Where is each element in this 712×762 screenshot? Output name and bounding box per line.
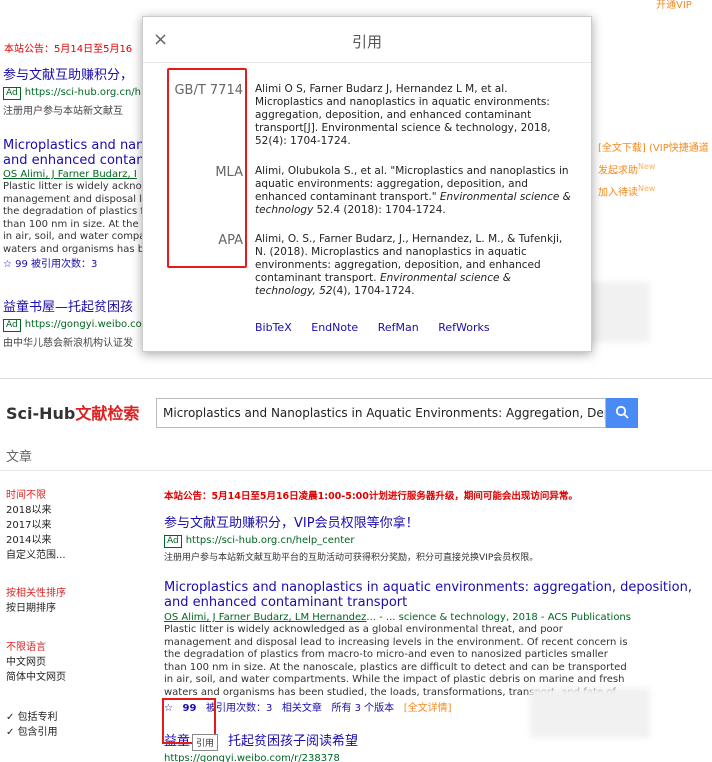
vip-fast-link[interactable]: (VIP快捷通道 (649, 143, 709, 154)
sort-filter: 按相关性排序 按日期排序 (6, 586, 66, 616)
bg-ad2-url[interactable]: https://gongyi.weibo.co (25, 319, 142, 330)
endnote-link[interactable]: EndNote (311, 321, 358, 334)
snippet-line: management and disposal le (3, 193, 149, 205)
bg-ad-url[interactable]: https://sci-hub.org.cn/h (25, 87, 141, 98)
snippet-line: the degradation of plastics from macro-t… (164, 649, 608, 660)
ad-badge: Ad (3, 319, 21, 332)
search-input[interactable]: Microplastics and Nanoplastics in Aquati… (156, 398, 606, 428)
category-label: 文章 (6, 450, 33, 465)
ad2-result: 益童 托起贫困孩子阅读希望 https://gongyi.weibo.com/r/… (164, 734, 704, 762)
ad2-title-end[interactable]: 托起贫困孩子阅读希望 (228, 734, 358, 749)
add-to-read-link[interactable]: 加入待读 (598, 188, 638, 199)
snippet-line: management and disposal lead to increasi… (164, 636, 628, 648)
ad-url[interactable]: https://sci-hub.org.cn/help_center (186, 535, 355, 546)
cite-tooltip: 引用 (192, 734, 219, 751)
bg-ad2-desc: 由中华儿慈会新浪机构认证发 (3, 338, 133, 349)
ad-result: 参与文献互助赚积分，VIP会员权限等你拿！ Ad https://sci-hub.… (164, 516, 704, 563)
full-text-download-link[interactable]: [全文下载] (598, 143, 646, 154)
bg-ad-desc: 注册用户参与本站新文献互 (3, 106, 123, 117)
bg-result-snippet: Plastic litter is widely ackno management… (3, 181, 161, 256)
modal-header: × 引用 (143, 17, 591, 63)
bg-ad2-title[interactable]: 益童书屋—托起贫困孩 (3, 300, 142, 315)
snippet-line: than 100 nm in size. At the nanoscale, p… (164, 661, 627, 673)
time-filter: 时间不限 2018以来 2017以来 2014以来 自定义范围... (6, 488, 66, 563)
panel-separator (0, 378, 712, 388)
snippet-line: than 100 nm in size. At the (3, 218, 139, 230)
lang-any-option[interactable]: 不限语言 (6, 640, 66, 655)
ad-desc: 注册用户参与本站新文献互助平台的互助活动可获得积分奖励，积分可直接兑换VIP会员… (164, 553, 539, 563)
top-screenshot-panel: 开通VIP 本站公告：5月14日至5月16 参与文献互助赚积分， Ad https… (0, 0, 712, 378)
refman-link[interactable]: RefMan (378, 321, 419, 334)
result-title-line-2[interactable]: and enhanced contaminant transport (164, 595, 704, 610)
bg-ad2-result: 益童书屋—托起贫困孩 Ad https://gongyi.weibo.co 由中华… (0, 300, 142, 349)
ad-badge: Ad (164, 535, 182, 548)
sort-relevance-option[interactable]: 按相关性排序 (6, 586, 66, 601)
snippet-line: in air, soil, and water compa (3, 231, 146, 242)
citation-text-gbt[interactable]: Alimi O S, Farner Budarz J, Hernandez L … (255, 83, 575, 148)
result-meta: ... - ... science & technology, 2018 - A… (366, 612, 631, 623)
modal-title: 引用 (351, 33, 382, 51)
bg-ad-title[interactable]: 参与文献互助赚积分， (0, 68, 141, 83)
new-badge: New (638, 184, 656, 194)
time-option[interactable]: 2017以来 (6, 518, 66, 533)
bg-result-title-2[interactable]: and enhanced contamin (3, 153, 161, 168)
refworks-link[interactable]: RefWorks (438, 321, 489, 334)
bg-result-actions[interactable]: ☆ 99 被引用次数：3 (3, 258, 161, 271)
ad-title-link[interactable]: 参与文献互助赚积分，VIP会员权限等你拿！ (164, 516, 704, 531)
scihub-logo[interactable]: Sci-Hub文献检索 (6, 400, 139, 424)
bg-result-authors[interactable]: OS Alimi, J Farner Budarz, I (3, 168, 161, 181)
new-badge: New (638, 162, 656, 171)
snippet-line: Plastic litter is widely acknowledged as… (164, 624, 563, 635)
result-authors[interactable]: OS Alimi, J Farner Budarz, LM Hernandez (164, 612, 366, 623)
search-icon (615, 405, 629, 419)
notice-banner: 本站公告：5月14日至5月16日凌晨1:00-5:00计划进行服务器升级，期间可… (164, 491, 578, 502)
bottom-screenshot-panel: Sci-Hub文献检索 Microplastics and Nanoplasti… (0, 388, 712, 762)
all-versions-link[interactable]: 所有 3 个版本 (331, 703, 394, 714)
ad2-url[interactable]: https://gongyi.weibo.com/r/238378 (164, 752, 704, 762)
citation-text-apa[interactable]: Alimi, O. S., Farner Budarz, J., Hernand… (255, 233, 575, 298)
search-button[interactable] (606, 398, 638, 428)
export-format-links: BibTeX EndNote RefMan RefWorks (255, 321, 506, 334)
divider (0, 470, 712, 471)
bibtex-link[interactable]: BibTeX (255, 321, 292, 334)
snippet-line: the degradation of plastics fr (3, 206, 148, 217)
sort-date-option[interactable]: 按日期排序 (6, 601, 66, 616)
citation-text-mla[interactable]: Alimi, Olubukola S., et al. "Microplasti… (255, 165, 575, 217)
full-details-link[interactable]: [全文详情] (404, 703, 452, 714)
right-action-links: [全文下载] (VIP快捷通道 发起求助New 加入待读New (598, 140, 709, 203)
notice-text: 本站公告：5月14日至5月16 (4, 44, 133, 55)
result-title-line-1[interactable]: Microplastics and nanoplastics in aquati… (164, 580, 704, 595)
language-filter: 不限语言 中文网页 简体中文网页 (6, 640, 66, 685)
time-custom-option[interactable]: 自定义范围... (6, 548, 66, 563)
blurred-watermark (530, 688, 650, 738)
highlight-box (167, 68, 247, 268)
snippet-line: in air, soil, and water compartments. Wh… (164, 674, 625, 685)
lang-option[interactable]: 中文网页 (6, 655, 66, 670)
vip-corner-link[interactable]: 开通VIP (656, 0, 692, 11)
include-patents-checkbox[interactable]: ✓ 包括专利 (6, 710, 58, 725)
bg-main-result: Microplastics and nano and enhanced cont… (0, 138, 161, 271)
bg-ad-result: 参与文献互助赚积分， Ad https://sci-hub.org.cn/h 注册… (0, 68, 141, 117)
seek-help-link[interactable]: 发起求助 (598, 165, 638, 176)
bg-result-title-1[interactable]: Microplastics and nano (3, 138, 161, 153)
time-option[interactable]: 2014以来 (6, 533, 66, 548)
include-citations-checkbox[interactable]: ✓ 包含引用 (6, 725, 58, 740)
lang-option[interactable]: 简体中文网页 (6, 670, 66, 685)
snippet-line: Plastic litter is widely ackno (3, 181, 142, 192)
ad-badge: Ad (3, 87, 21, 100)
time-option[interactable]: 2018以来 (6, 503, 66, 518)
related-articles-link[interactable]: 相关文章 (282, 703, 322, 714)
time-any-option[interactable]: 时间不限 (6, 488, 66, 503)
snippet-line: waters and organisms has b (3, 243, 145, 255)
include-options: ✓ 包括专利 ✓ 包含引用 (6, 710, 58, 740)
